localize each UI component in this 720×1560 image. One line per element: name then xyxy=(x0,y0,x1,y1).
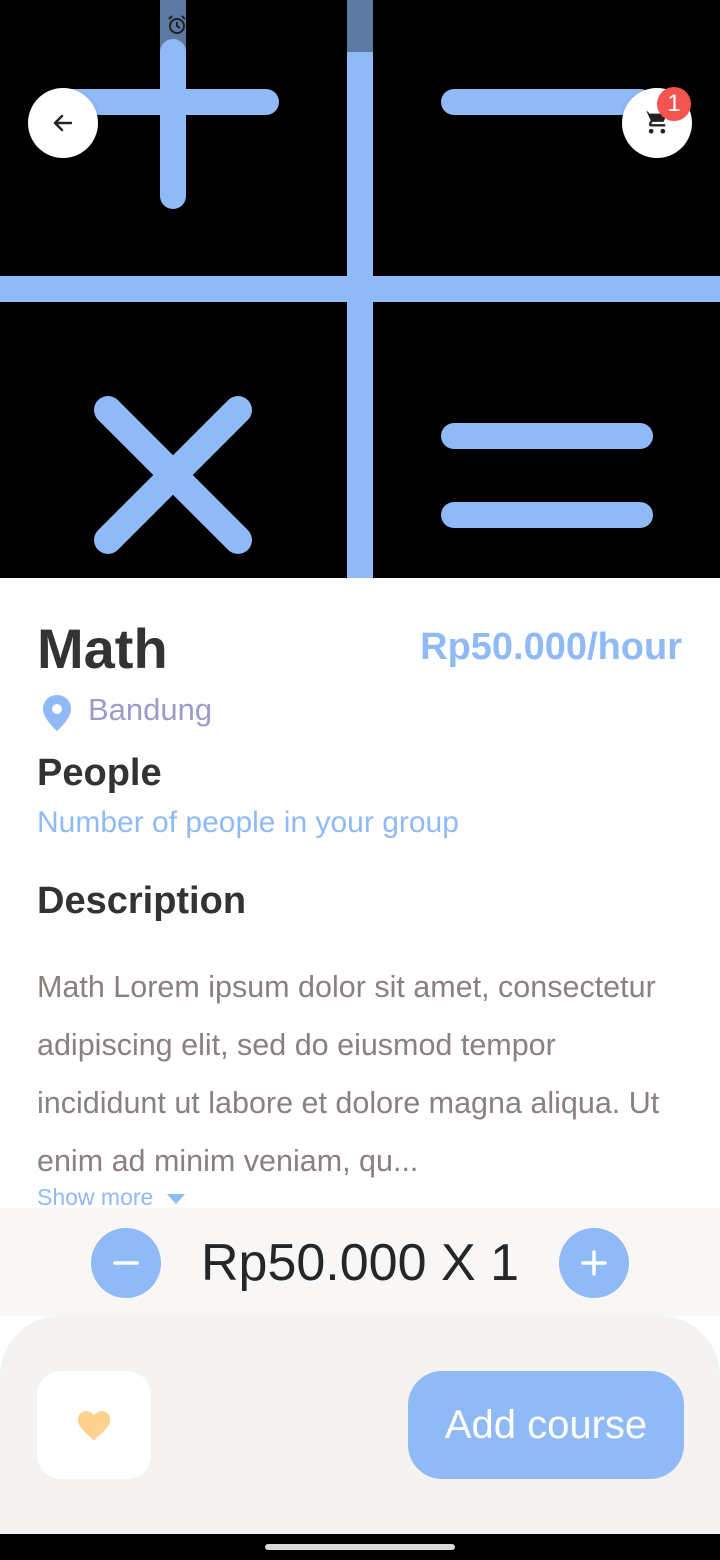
location-pin-icon xyxy=(43,695,71,731)
chevron-down-icon xyxy=(167,1193,186,1204)
arrow-left-icon xyxy=(53,114,73,132)
back-button[interactable] xyxy=(28,88,98,158)
heart-icon xyxy=(77,1411,111,1441)
cart-count-badge: 1 xyxy=(657,87,691,121)
course-location: Bandung xyxy=(88,692,213,727)
math-symbols-illustration xyxy=(0,0,720,578)
home-gesture-handle[interactable] xyxy=(265,1544,455,1550)
alarm-icon xyxy=(168,15,186,34)
quantity-total: Rp50.000 X 1 xyxy=(200,1234,520,1292)
decrease-quantity-button[interactable] xyxy=(91,1228,161,1298)
favorite-button[interactable] xyxy=(37,1371,151,1479)
description-heading: Description xyxy=(37,880,247,922)
increase-quantity-button[interactable] xyxy=(559,1228,629,1298)
people-heading: People xyxy=(37,752,162,794)
description-text: Math Lorem ipsum dolor sit amet, consect… xyxy=(37,970,660,1178)
hero-image xyxy=(0,0,720,578)
plus-icon xyxy=(581,1250,607,1276)
course-price: Rp50.000/hour xyxy=(420,626,682,668)
people-selector[interactable]: Number of people in your group xyxy=(37,806,459,840)
minus-icon xyxy=(113,1261,139,1265)
course-title: Math xyxy=(37,617,168,680)
add-course-button[interactable]: Add course xyxy=(408,1371,684,1479)
show-more-label: Show more xyxy=(37,1184,154,1210)
show-more-link[interactable]: Show more xyxy=(37,1184,186,1211)
